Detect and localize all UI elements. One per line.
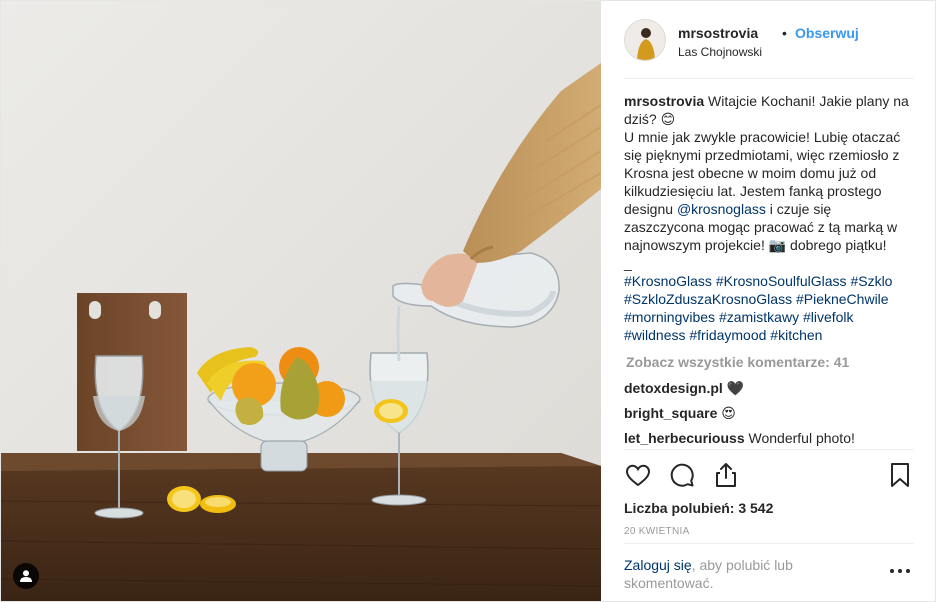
- caption-hashtags[interactable]: #KrosnoGlass #KrosnoSoulfulGlass #Szklo …: [624, 272, 914, 344]
- comment-text: 😍: [721, 405, 736, 421]
- like-count[interactable]: Liczba polubień: 3 542: [624, 500, 773, 516]
- comment-item: let_herbecuriouss Wonderful photo!: [624, 430, 855, 446]
- post-date: 20 KWIETNIA: [624, 526, 690, 537]
- avatar[interactable]: [624, 19, 666, 61]
- bookmark-icon[interactable]: [886, 461, 914, 489]
- caption-dash: _: [624, 255, 632, 271]
- still-life-photo: [1, 1, 601, 601]
- login-link[interactable]: Zaloguj się: [624, 557, 692, 573]
- caption-mention-link[interactable]: @krosnoglass: [677, 201, 766, 217]
- actions-divider: [624, 449, 914, 450]
- comment-username[interactable]: bright_square: [624, 405, 717, 421]
- post-location[interactable]: Las Chojnowski: [678, 45, 762, 59]
- post-author-username[interactable]: mrsostrovia: [678, 25, 758, 41]
- heart-icon[interactable]: [624, 461, 652, 489]
- view-all-comments-link[interactable]: Zobacz wszystkie komentarze: 41: [626, 354, 849, 370]
- comment-text: 🖤: [726, 380, 745, 396]
- follow-button[interactable]: Obserwuj: [795, 25, 859, 41]
- comment-item: detoxdesign.pl 🖤: [624, 380, 744, 397]
- user-tag-icon: [20, 570, 32, 582]
- post-header: mrsostrovia • Obserwuj Las Chojnowski: [624, 19, 914, 79]
- comment-username[interactable]: detoxdesign.pl: [624, 380, 723, 396]
- comment-icon[interactable]: [668, 461, 696, 489]
- caption-username[interactable]: mrsostrovia: [624, 93, 704, 109]
- share-icon[interactable]: [712, 461, 740, 489]
- comment-username[interactable]: let_herbecuriouss: [624, 430, 745, 446]
- comment-item: bright_square 😍: [624, 405, 736, 422]
- login-divider: [624, 543, 914, 544]
- post-photo[interactable]: [1, 1, 601, 601]
- instagram-post: mrsostrovia • Obserwuj Las Chojnowski mr…: [0, 0, 936, 602]
- tagged-users-button[interactable]: [13, 563, 39, 589]
- more-dots-icon[interactable]: [888, 567, 912, 575]
- comment-text: Wonderful photo!: [748, 430, 855, 446]
- header-separator: •: [782, 25, 787, 41]
- login-prompt: Zaloguj się, aby polubić lub skomentować…: [624, 556, 854, 592]
- avatar-image: [625, 20, 665, 60]
- post-sidebar: mrsostrovia • Obserwuj Las Chojnowski mr…: [602, 1, 936, 601]
- post-caption: mrsostrovia Witajcie Kochani! Jakie plan…: [624, 92, 914, 272]
